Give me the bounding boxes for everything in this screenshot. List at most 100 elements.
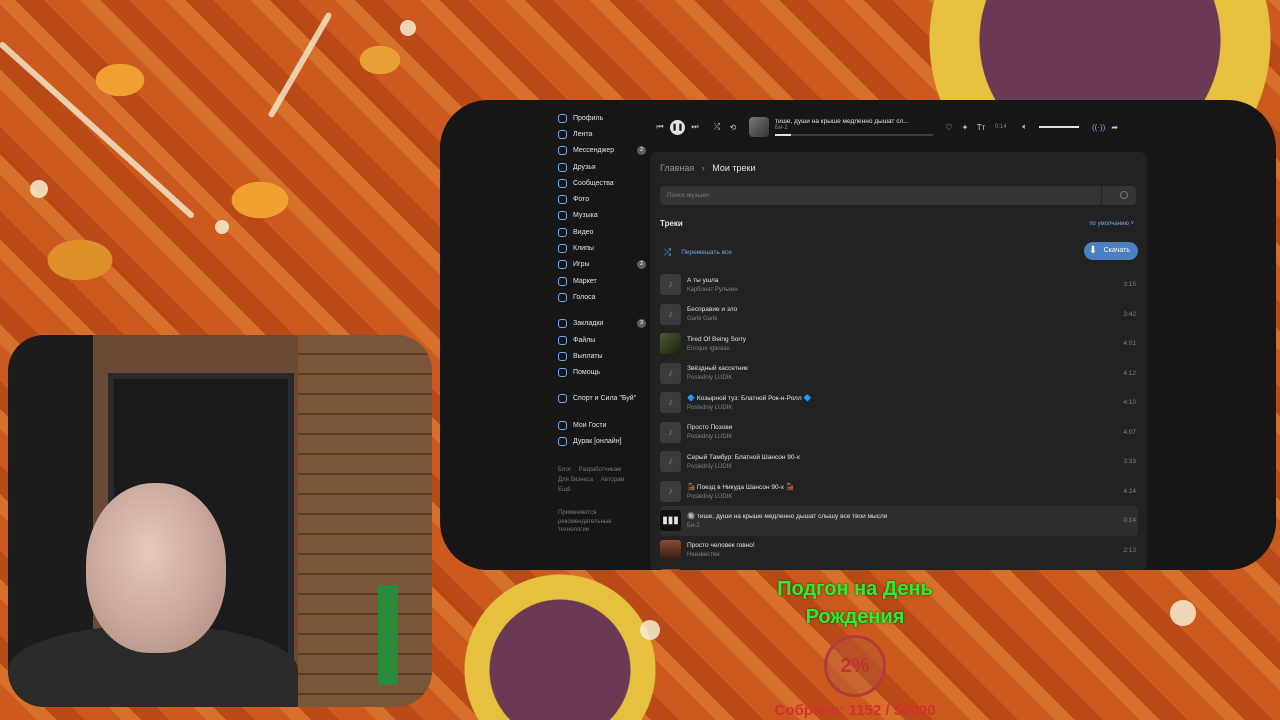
sidebar-item[interactable]: Клипы <box>558 240 646 256</box>
sidebar-item[interactable]: Выплаты <box>558 348 646 364</box>
music-note-icon[interactable]: ♪ <box>660 451 681 473</box>
sort-dropdown[interactable]: по умолчанию ˅ <box>1089 221 1134 227</box>
lyrics-icon[interactable]: Tт <box>973 123 989 132</box>
volume-icon[interactable]: 🔈︎ <box>1017 122 1033 132</box>
sidebar-item[interactable]: Маркет <box>558 273 646 289</box>
sidebar-item[interactable]: Лента <box>558 126 646 142</box>
track-row[interactable]: ♪ Бесправие и зло Garik Garik 3:42 <box>660 300 1138 330</box>
track-title: 🔘 тише, души на крыше медленно дышат слы… <box>687 513 888 521</box>
nav-icon <box>558 335 567 345</box>
sidebar-item[interactable]: Видео <box>558 224 646 240</box>
nav-icon <box>558 195 567 205</box>
track-row[interactable]: Я не буду ждать тебя [Я не стану ждать н… <box>660 565 1138 570</box>
nav-icon <box>558 260 567 270</box>
next-track-button[interactable]: ⏭ <box>687 122 703 132</box>
sidebar-item[interactable]: Помощь <box>558 364 646 380</box>
sidebar-item[interactable]: Профиль <box>558 110 646 126</box>
track-artist[interactable]: Неизвестен <box>687 552 755 558</box>
sidebar-item[interactable]: Игры 2 <box>558 257 646 273</box>
footer-link-devs[interactable]: Разработчикам <box>579 467 622 473</box>
music-note-icon[interactable]: ♪ <box>660 392 681 414</box>
search-icon[interactable] <box>1120 191 1128 199</box>
sidebar-item-label: Голоса <box>573 293 596 301</box>
track-title: Просто Позови <box>687 424 733 432</box>
music-note-icon[interactable]: ♪ <box>660 274 681 296</box>
sidebar-item[interactable]: Музыка <box>558 208 646 224</box>
track-row[interactable]: ♪ Просто Позови Posledniy LUDIK 4:07 <box>660 418 1138 448</box>
sidebar-item-label: Клипы <box>573 245 594 253</box>
footer-link-authors[interactable]: Авторам <box>601 477 625 483</box>
track-title: А ты ушла <box>687 276 719 284</box>
sidebar-item[interactable]: Мессенджер 2 <box>558 143 646 159</box>
pause-button[interactable]: ❚❚ <box>670 119 685 135</box>
shuffle-icon[interactable]: ⤮ <box>709 122 725 132</box>
sidebar-item-community[interactable]: Спорт и Сила "Буй" <box>558 391 646 407</box>
left-sidebar: Профиль Лента Мессенджер 2 Друзья Сообщества Ф… <box>558 110 646 450</box>
share-icon[interactable]: ➦ <box>1107 123 1123 132</box>
track-artist[interactable]: Posledniy LUDIK <box>687 375 748 381</box>
music-note-icon[interactable] <box>660 539 681 561</box>
sparkle-icon[interactable]: ✦ <box>957 123 973 132</box>
sidebar-item[interactable]: Закладки 3 <box>558 316 646 332</box>
track-artist[interactable]: Карбонат Рулькин <box>687 287 738 293</box>
sidebar-item[interactable]: Дурак [онлайн] <box>558 433 646 449</box>
track-row[interactable]: ♪ 🚂 Поезд в Никуда Шансон 90-х 🚂 Posledniy… <box>660 477 1138 507</box>
track-row[interactable]: Просто человек говно! Неизвестен 2:13 <box>660 536 1138 566</box>
equalizer-icon[interactable]: ▮▮▮ <box>660 510 681 532</box>
sidebar-item[interactable]: Сообщества <box>558 175 646 191</box>
track-row[interactable]: ♪ Звёздный кассетник Posledniy LUDIK 4:12 <box>660 359 1138 389</box>
sidebar-item-label: Помощь <box>573 369 601 377</box>
track-duration: 0:14 <box>1123 517 1136 525</box>
footer-link-more[interactable]: Ещё <box>558 487 570 493</box>
progress-bar[interactable] <box>775 134 933 136</box>
previous-track-button[interactable]: ⏮ <box>652 122 668 132</box>
track-artist[interactable]: Posledniy LUDIK <box>687 464 800 470</box>
sidebar-item-label: Маркет <box>573 277 597 285</box>
now-playing[interactable]: тише, души на крыше медленно дышат сл...… <box>775 118 933 136</box>
sidebar-item-label: Лента <box>573 130 593 138</box>
sidebar-item[interactable]: Голоса <box>558 289 646 305</box>
track-artist[interactable]: Enrique Iglesias <box>687 346 746 352</box>
nav-icon <box>558 129 567 139</box>
breadcrumb-home[interactable]: Главная <box>660 163 694 173</box>
sidebar-item-label: Дурак [онлайн] <box>573 437 622 445</box>
music-note-icon[interactable] <box>660 569 681 570</box>
sidebar-item[interactable]: Друзья <box>558 159 646 175</box>
track-artist[interactable]: Posledniy LUDIK <box>687 405 812 411</box>
sidebar-item-label: Выплаты <box>573 352 603 360</box>
track-artist[interactable]: Би-2 <box>687 523 887 529</box>
track-row[interactable]: ▮▮▮ 🔘 тише, души на крыше медленно дышат … <box>660 506 1138 536</box>
track-duration: 4:24 <box>1123 487 1136 495</box>
track-list: ♪ А ты ушла Карбонат Рулькин 3:15 ♪ Бесправие… <box>660 270 1138 570</box>
dislike-icon[interactable]: ♡ <box>941 123 957 132</box>
music-note-icon[interactable]: ♪ <box>660 362 681 384</box>
sidebar-item[interactable]: Файлы <box>558 332 646 348</box>
music-note-icon[interactable]: ♪ <box>660 303 681 325</box>
music-note-icon[interactable]: ♪ <box>660 480 681 502</box>
sidebar-item-label: Музыка <box>573 212 598 220</box>
download-button[interactable]: Скачать <box>1083 242 1138 260</box>
track-row[interactable]: ♪ А ты ушла Карбонат Рулькин 3:15 <box>660 270 1138 300</box>
track-row[interactable]: Tired Of Being Sorry Enrique Iglesias 4:01 <box>660 329 1138 359</box>
music-search-input[interactable]: Поиск музыки <box>660 186 1136 205</box>
sidebar-item[interactable]: Мои Гости <box>558 417 646 433</box>
track-row[interactable]: ♪ 🔷 Козырной туз: Блатной Рок-н-Ролл 🔷 Pos… <box>660 388 1138 418</box>
music-note-icon[interactable] <box>660 333 681 355</box>
sidebar-item[interactable]: Фото <box>558 191 646 207</box>
track-row[interactable]: ♪ Серый Тамбур: Блатной Шансон 90-х Posled… <box>660 447 1138 477</box>
shuffle-all-button[interactable]: ⤮ Перемешать все <box>664 247 732 258</box>
broadcast-icon[interactable]: ((·)) <box>1091 123 1107 132</box>
track-artist[interactable]: Garik Garik <box>687 316 737 322</box>
footer-link-business[interactable]: Для бизнеса <box>558 477 593 483</box>
volume-slider[interactable] <box>1038 126 1079 128</box>
track-artist[interactable]: Posledniy LUDIK <box>687 434 732 440</box>
footer-link-blog[interactable]: Блог <box>558 467 571 473</box>
breadcrumb: Главная › Мои треки <box>660 163 756 173</box>
track-duration: 2:13 <box>1123 546 1136 554</box>
footer-recommendation-note[interactable]: Применяются рекомендательные технологии <box>558 509 628 535</box>
track-artist[interactable]: Posledniy LUDIK <box>687 494 794 500</box>
streamer-head <box>86 483 226 653</box>
repeat-icon[interactable]: ⟲ <box>725 123 741 132</box>
goal-collected: Собрано: 1152 / 50000 <box>774 702 936 719</box>
music-note-icon[interactable]: ♪ <box>660 421 681 443</box>
